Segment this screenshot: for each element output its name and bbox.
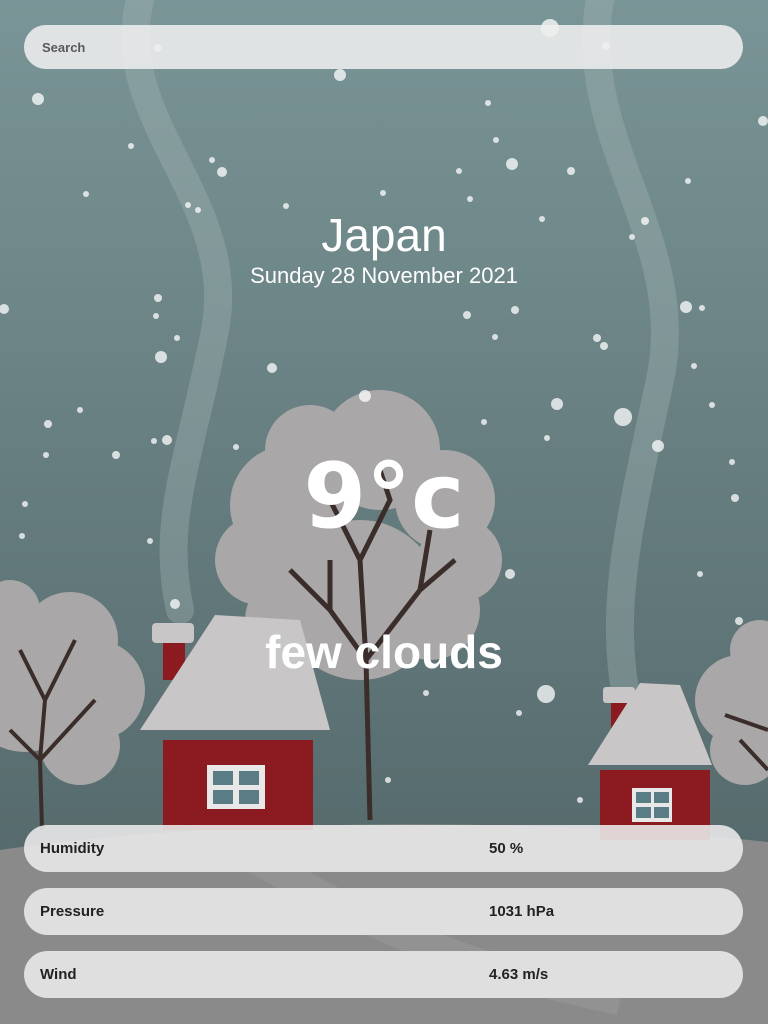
- search-bar[interactable]: [24, 25, 743, 69]
- search-input[interactable]: [40, 38, 724, 56]
- pressure-row: Pressure 1031 hPa: [24, 888, 743, 935]
- humidity-label: Humidity: [40, 840, 105, 857]
- wind-row: Wind 4.63 m/s: [24, 951, 743, 998]
- city-name: Japan: [321, 209, 447, 261]
- humidity-row: Humidity 50 %: [24, 825, 743, 872]
- wind-value: 4.63 m/s: [489, 966, 549, 983]
- current-date: Sunday 28 November 2021: [250, 263, 518, 288]
- pressure-value: 1031 hPa: [489, 903, 555, 920]
- humidity-value: 50 %: [489, 840, 524, 857]
- weather-description: few clouds: [265, 626, 503, 678]
- pressure-label: Pressure: [40, 903, 105, 920]
- temperature: 9°c: [303, 444, 465, 549]
- wind-label: Wind: [40, 966, 77, 983]
